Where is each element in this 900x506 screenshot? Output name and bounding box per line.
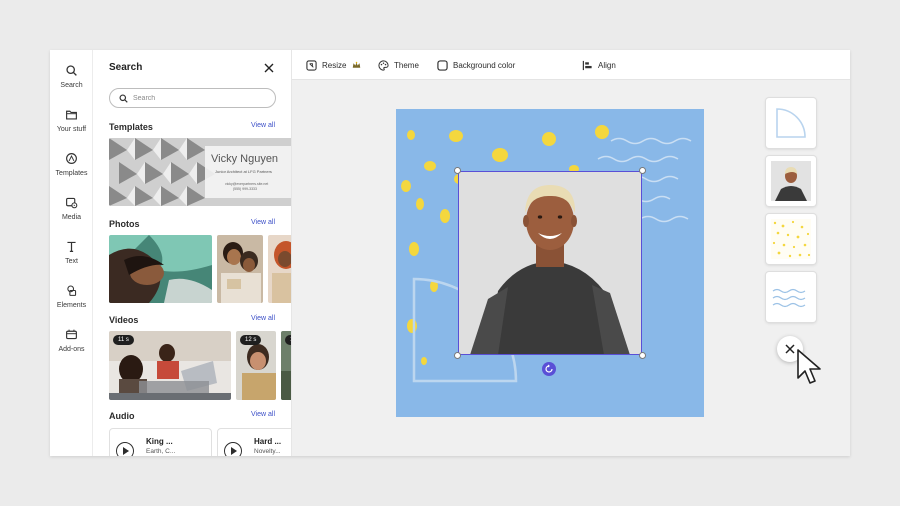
align-left-icon bbox=[582, 60, 592, 70]
photo-thumbnail[interactable] bbox=[109, 235, 212, 303]
mouse-pointer-icon bbox=[797, 349, 821, 384]
rail-item-your-stuff[interactable]: Your stuff bbox=[50, 106, 93, 146]
photo-woman-red-hair bbox=[268, 235, 291, 303]
elements-icon bbox=[67, 285, 77, 296]
audio-artist: Novelty... bbox=[254, 448, 281, 455]
view-all-templates-link[interactable]: View all bbox=[251, 122, 275, 129]
templates-icon bbox=[66, 153, 77, 164]
theme-button[interactable]: Theme bbox=[378, 58, 419, 72]
view-all-photos-link[interactable]: View all bbox=[251, 219, 275, 226]
resize-icon bbox=[306, 59, 317, 71]
section-title-photos: Photos bbox=[109, 219, 140, 229]
photo-thumbnail[interactable] bbox=[268, 235, 291, 303]
left-rail: Search Your stuff Templates Media Text E… bbox=[50, 50, 93, 456]
audio-card[interactable]: King ... Earth, C... bbox=[109, 428, 212, 456]
element-thumbnail-waves[interactable] bbox=[766, 272, 816, 322]
app-window: Search Your stuff Templates Media Text E… bbox=[50, 50, 850, 456]
search-icon bbox=[119, 94, 128, 103]
media-icon bbox=[66, 197, 78, 209]
play-icon[interactable] bbox=[224, 442, 242, 456]
background-color-label: Background color bbox=[453, 60, 516, 70]
rail-label: Search bbox=[60, 82, 83, 89]
resize-label: Resize bbox=[322, 60, 347, 70]
video-thumbnail[interactable]: 12 bbox=[281, 331, 291, 400]
rail-item-search[interactable]: Search bbox=[50, 62, 93, 102]
template-thumbnail[interactable]: Vicky Nguyen Junior Architect at LFG Par… bbox=[109, 138, 291, 206]
rail-item-text[interactable]: Text bbox=[50, 238, 93, 278]
element-thumbnail-quarter-circle[interactable] bbox=[766, 98, 816, 148]
yellow-dots-pattern bbox=[771, 219, 811, 259]
photo-thumbnail[interactable] bbox=[217, 235, 263, 303]
text-icon bbox=[67, 241, 76, 252]
photo-friends-laughing bbox=[217, 235, 263, 303]
photo-woman-on-pattern bbox=[109, 235, 212, 303]
rail-item-elements[interactable]: Elements bbox=[50, 282, 93, 322]
rail-item-templates[interactable]: Templates bbox=[50, 150, 93, 190]
rail-label: Templates bbox=[55, 170, 88, 177]
align-label: Align bbox=[598, 60, 616, 70]
template-phone: (555) 999-3333 bbox=[233, 187, 257, 191]
duration-badge: 11 s bbox=[113, 335, 134, 345]
template-name: Vicky Nguyen bbox=[211, 153, 279, 165]
top-toolbar: Resize Theme Background color Align bbox=[292, 50, 850, 80]
design-canvas[interactable] bbox=[396, 109, 704, 417]
background-color-button[interactable]: Background color bbox=[437, 58, 515, 72]
search-panel: Search Templates View all bbox=[93, 50, 292, 456]
duration-badge: 12 bbox=[285, 335, 291, 345]
rail-item-add-ons[interactable]: Add-ons bbox=[50, 326, 93, 366]
rotate-handle[interactable] bbox=[542, 362, 556, 376]
resize-handle-bottom-right[interactable] bbox=[639, 352, 646, 359]
view-all-audio-link[interactable]: View all bbox=[251, 411, 275, 418]
resize-handle-top-right[interactable] bbox=[639, 167, 646, 174]
close-icon[interactable] bbox=[263, 62, 275, 74]
folder-icon bbox=[66, 110, 77, 120]
element-thumbnail-portrait[interactable] bbox=[766, 156, 816, 206]
audio-title: Hard ... bbox=[254, 437, 282, 446]
play-icon[interactable] bbox=[116, 442, 134, 456]
video-thumbnail[interactable]: 11 s bbox=[109, 331, 231, 400]
audio-title: King ... bbox=[146, 437, 173, 446]
section-title-templates: Templates bbox=[109, 122, 153, 132]
selection-outline bbox=[458, 171, 642, 355]
premium-crown-icon bbox=[353, 61, 361, 68]
video-thumbnail[interactable]: 12 s bbox=[236, 331, 276, 400]
rail-label: Your stuff bbox=[56, 126, 87, 133]
search-icon bbox=[66, 65, 77, 76]
panel-title: Search bbox=[109, 62, 143, 73]
resize-button[interactable]: Resize bbox=[306, 58, 366, 72]
audio-card[interactable]: Hard ... Novelty... bbox=[217, 428, 291, 456]
wave-lines-pattern bbox=[771, 277, 811, 317]
rotate-icon bbox=[545, 364, 553, 373]
portrait-thumbnail-image bbox=[771, 161, 811, 201]
quarter-circle-shape bbox=[771, 103, 811, 143]
rail-item-media[interactable]: Media bbox=[50, 194, 93, 234]
view-all-videos-link[interactable]: View all bbox=[251, 315, 275, 322]
rail-label: Media bbox=[61, 214, 82, 221]
audio-artist: Earth, C... bbox=[146, 448, 176, 455]
search-input[interactable] bbox=[133, 92, 268, 104]
color-swatch-icon bbox=[437, 59, 448, 71]
rail-label: Elements bbox=[56, 302, 87, 309]
align-button[interactable]: Align bbox=[582, 58, 616, 72]
section-title-audio: Audio bbox=[109, 411, 135, 421]
rail-label: Text bbox=[65, 258, 78, 265]
search-field[interactable] bbox=[109, 88, 276, 108]
palette-icon bbox=[378, 59, 389, 71]
resize-handle-top-left[interactable] bbox=[454, 167, 461, 174]
section-title-videos: Videos bbox=[109, 315, 139, 325]
template-role: Junior Architect at LFG Partners bbox=[215, 169, 272, 174]
duration-badge: 12 s bbox=[240, 335, 262, 345]
template-contact: vicky@everpartners.site.net bbox=[225, 182, 269, 186]
add-ons-icon bbox=[66, 329, 77, 340]
theme-label: Theme bbox=[394, 60, 419, 70]
element-thumbnail-dots[interactable] bbox=[766, 214, 816, 264]
resize-handle-bottom-left[interactable] bbox=[454, 352, 461, 359]
rail-label: Add-ons bbox=[58, 346, 85, 353]
